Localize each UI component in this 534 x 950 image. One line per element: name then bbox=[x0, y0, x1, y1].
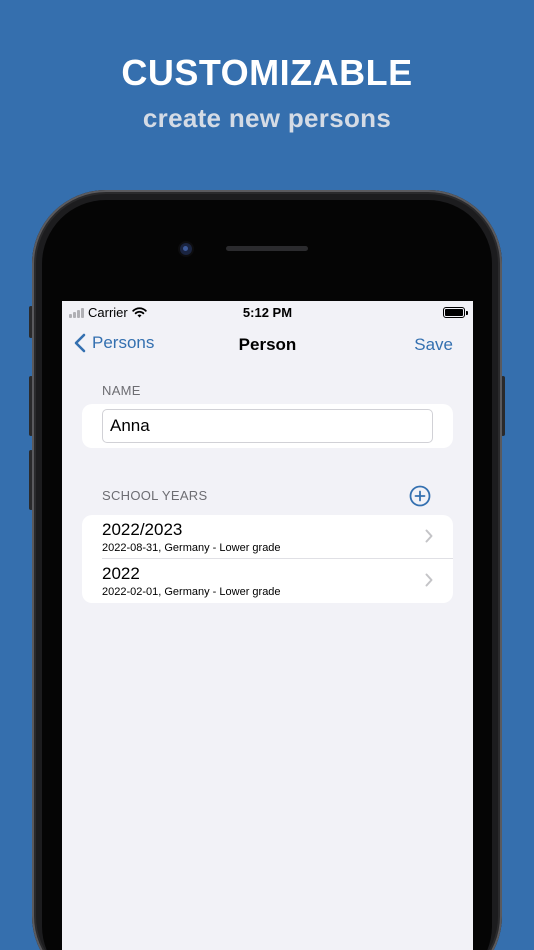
earpiece-speaker bbox=[226, 246, 308, 251]
page-title: Person bbox=[238, 335, 297, 354]
front-camera bbox=[180, 243, 192, 255]
name-field[interactable] bbox=[102, 409, 433, 443]
promo-headline: CUSTOMIZABLE bbox=[121, 52, 413, 93]
school-year-details: 2022-02-01, Germany - Lower grade bbox=[102, 586, 281, 598]
school-year-title: 2022 bbox=[102, 564, 140, 583]
school-years-list: 2022/2023 2022-08-31, Germany - Lower gr… bbox=[82, 515, 453, 603]
battery-icon bbox=[443, 307, 468, 318]
list-item[interactable]: 2022 2022-02-01, Germany - Lower grade bbox=[82, 559, 453, 603]
status-bar: Carrier 5:12 PM bbox=[62, 301, 473, 323]
school-year-title: 2022/2023 bbox=[102, 520, 183, 539]
navigation-bar: Persons Person Save bbox=[62, 327, 473, 361]
add-school-year-button[interactable] bbox=[409, 485, 431, 507]
school-year-details: 2022-08-31, Germany - Lower grade bbox=[102, 542, 281, 554]
chevron-right-icon bbox=[425, 529, 433, 543]
school-years-section-label: SCHOOL YEARS bbox=[102, 488, 208, 503]
chevron-right-icon bbox=[425, 573, 433, 587]
save-button[interactable]: Save bbox=[414, 335, 453, 355]
phone-screen: Carrier 5:12 PM Persons Person Save NAME… bbox=[62, 301, 473, 950]
list-item[interactable]: 2022/2023 2022-08-31, Germany - Lower gr… bbox=[82, 515, 453, 559]
promo-subline: create new persons bbox=[142, 103, 392, 133]
name-card bbox=[82, 404, 453, 448]
status-time: 5:12 PM bbox=[242, 305, 293, 320]
name-section-label: NAME bbox=[102, 383, 141, 398]
